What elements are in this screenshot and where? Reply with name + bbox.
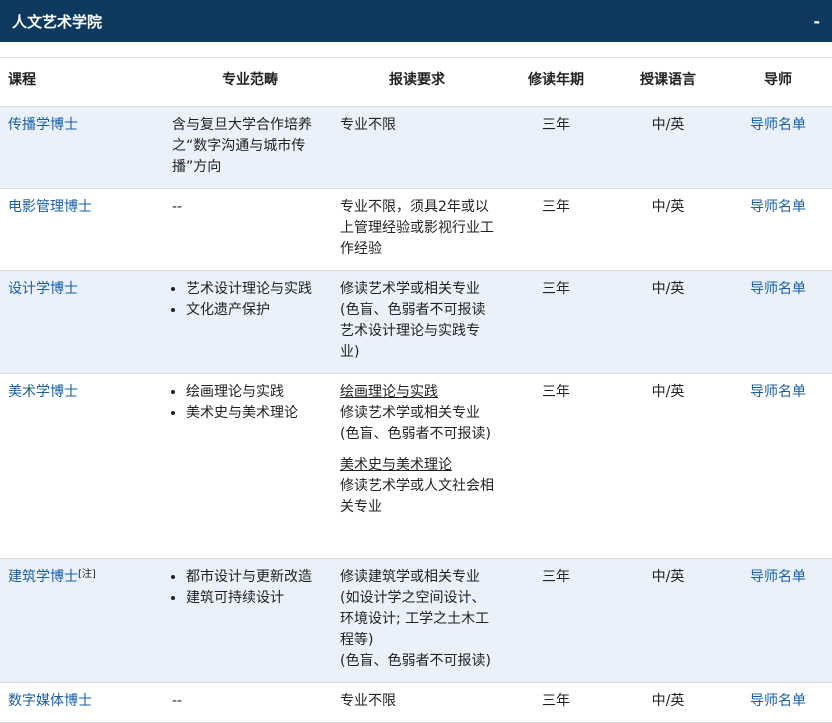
years-cell: 三年 bbox=[500, 270, 612, 374]
col-header-language: 授课语言 bbox=[612, 58, 724, 107]
course-note-marker[interactable]: [注] bbox=[78, 569, 96, 580]
scope-cell: -- bbox=[166, 682, 334, 723]
language-cell: 中/英 bbox=[612, 188, 724, 271]
years-cell: 三年 bbox=[500, 682, 612, 723]
years-cell: 三年 bbox=[500, 558, 612, 683]
section-title: 人文艺术学院 bbox=[12, 12, 103, 31]
scope-item: 都市设计与更新改造 bbox=[186, 567, 328, 588]
course-link[interactable]: 电影管理博士 bbox=[8, 199, 92, 215]
requirement-text: 专业不限 bbox=[340, 116, 396, 133]
requirement-heading: 绘画理论与实践 bbox=[340, 383, 438, 400]
scope-list: 绘画理论与实践 美术史与美术理论 bbox=[172, 382, 328, 424]
requirement-text: 修读艺术学或相关专业 bbox=[340, 404, 480, 421]
scope-cell: -- bbox=[166, 188, 334, 271]
tutor-list-link[interactable]: 导师名单 bbox=[750, 569, 806, 585]
table-row: 电影管理博士 -- 专业不限，须具2年或以上管理经验或影视行业工作经验 三年 中… bbox=[0, 188, 832, 271]
scope-cell: 含与复旦大学合作培养之“数字沟通与城市传播”方向 bbox=[166, 106, 334, 189]
requirement-text: 专业不限 bbox=[340, 692, 396, 709]
col-header-tutor: 导师 bbox=[724, 58, 832, 107]
requirement-heading: 美术史与美术理论 bbox=[340, 456, 452, 473]
years-cell: 三年 bbox=[500, 188, 612, 271]
table-row: 建筑学博士[注] 都市设计与更新改造 建筑可持续设计 修读建筑学或相关专业 (如… bbox=[0, 558, 832, 683]
course-link[interactable]: 传播学博士 bbox=[8, 117, 78, 133]
table-row: 美术学博士 绘画理论与实践 美术史与美术理论 绘画理论与实践 修读艺术学或相关专… bbox=[0, 373, 832, 559]
tutor-list-link[interactable]: 导师名单 bbox=[750, 693, 806, 709]
col-header-years: 修读年期 bbox=[500, 58, 612, 107]
course-link[interactable]: 美术学博士 bbox=[8, 384, 78, 400]
scope-list: 艺术设计理论与实践 文化遗产保护 bbox=[172, 279, 328, 321]
requirement-note: (如设计学之空间设计、环境设计; 工学之土木工程等) bbox=[340, 589, 490, 648]
requirement-note: (色盲、色弱者不可报读) bbox=[340, 652, 491, 669]
years-cell: 三年 bbox=[500, 106, 612, 189]
course-link[interactable]: 数字媒体博士 bbox=[8, 693, 92, 709]
language-cell: 中/英 bbox=[612, 558, 724, 683]
requirement-note: (色盲、色弱者不可报读) bbox=[340, 425, 491, 442]
requirement-text: 修读艺术学或相关专业 bbox=[340, 280, 480, 297]
language-cell: 中/英 bbox=[612, 373, 724, 559]
scope-item: 建筑可持续设计 bbox=[186, 588, 328, 609]
collapse-toggle-icon[interactable]: - bbox=[813, 12, 820, 31]
course-link[interactable]: 设计学博士 bbox=[8, 281, 78, 297]
tutor-list-link[interactable]: 导师名单 bbox=[750, 117, 806, 133]
requirement-text: 修读建筑学或相关专业 bbox=[340, 568, 480, 585]
language-cell: 中/英 bbox=[612, 106, 724, 189]
years-cell: 三年 bbox=[500, 373, 612, 559]
scope-item: 绘画理论与实践 bbox=[186, 382, 328, 403]
tutor-list-link[interactable]: 导师名单 bbox=[750, 199, 806, 215]
scope-item: 美术史与美术理论 bbox=[186, 403, 328, 424]
section-header[interactable]: 人文艺术学院 - bbox=[0, 0, 832, 42]
table-row: 设计学博士 艺术设计理论与实践 文化遗产保护 修读艺术学或相关专业 (色盲、色弱… bbox=[0, 270, 832, 374]
scope-item: 文化遗产保护 bbox=[186, 300, 328, 321]
table-header-row: 课程 专业范畴 报读要求 修读年期 授课语言 导师 bbox=[0, 58, 832, 107]
tutor-list-link[interactable]: 导师名单 bbox=[750, 281, 806, 297]
requirement-text: 修读艺术学或人文社会相关专业 bbox=[340, 477, 494, 515]
requirement-note: (色盲、色弱者不可报读艺术设计理论与实践专业) bbox=[340, 301, 486, 360]
table-row: 数字媒体博士 -- 专业不限 三年 中/英 导师名单 bbox=[0, 682, 832, 723]
requirement-text: 专业不限，须具2年或以上管理经验或影视行业工作经验 bbox=[340, 198, 494, 257]
table-row: 传播学博士 含与复旦大学合作培养之“数字沟通与城市传播”方向 专业不限 三年 中… bbox=[0, 106, 832, 189]
scope-item: 艺术设计理论与实践 bbox=[186, 279, 328, 300]
col-header-scope: 专业范畴 bbox=[166, 58, 334, 107]
scope-list: 都市设计与更新改造 建筑可持续设计 bbox=[172, 567, 328, 609]
col-header-requirements: 报读要求 bbox=[334, 58, 500, 107]
tutor-list-link[interactable]: 导师名单 bbox=[750, 384, 806, 400]
language-cell: 中/英 bbox=[612, 270, 724, 374]
program-table: 课程 专业范畴 报读要求 修读年期 授课语言 导师 传播学博士 含与复旦大学合作… bbox=[0, 58, 832, 723]
course-link[interactable]: 建筑学博士 bbox=[8, 569, 78, 585]
col-header-course: 课程 bbox=[0, 58, 166, 107]
header-spacer bbox=[0, 42, 832, 58]
language-cell: 中/英 bbox=[612, 682, 724, 723]
